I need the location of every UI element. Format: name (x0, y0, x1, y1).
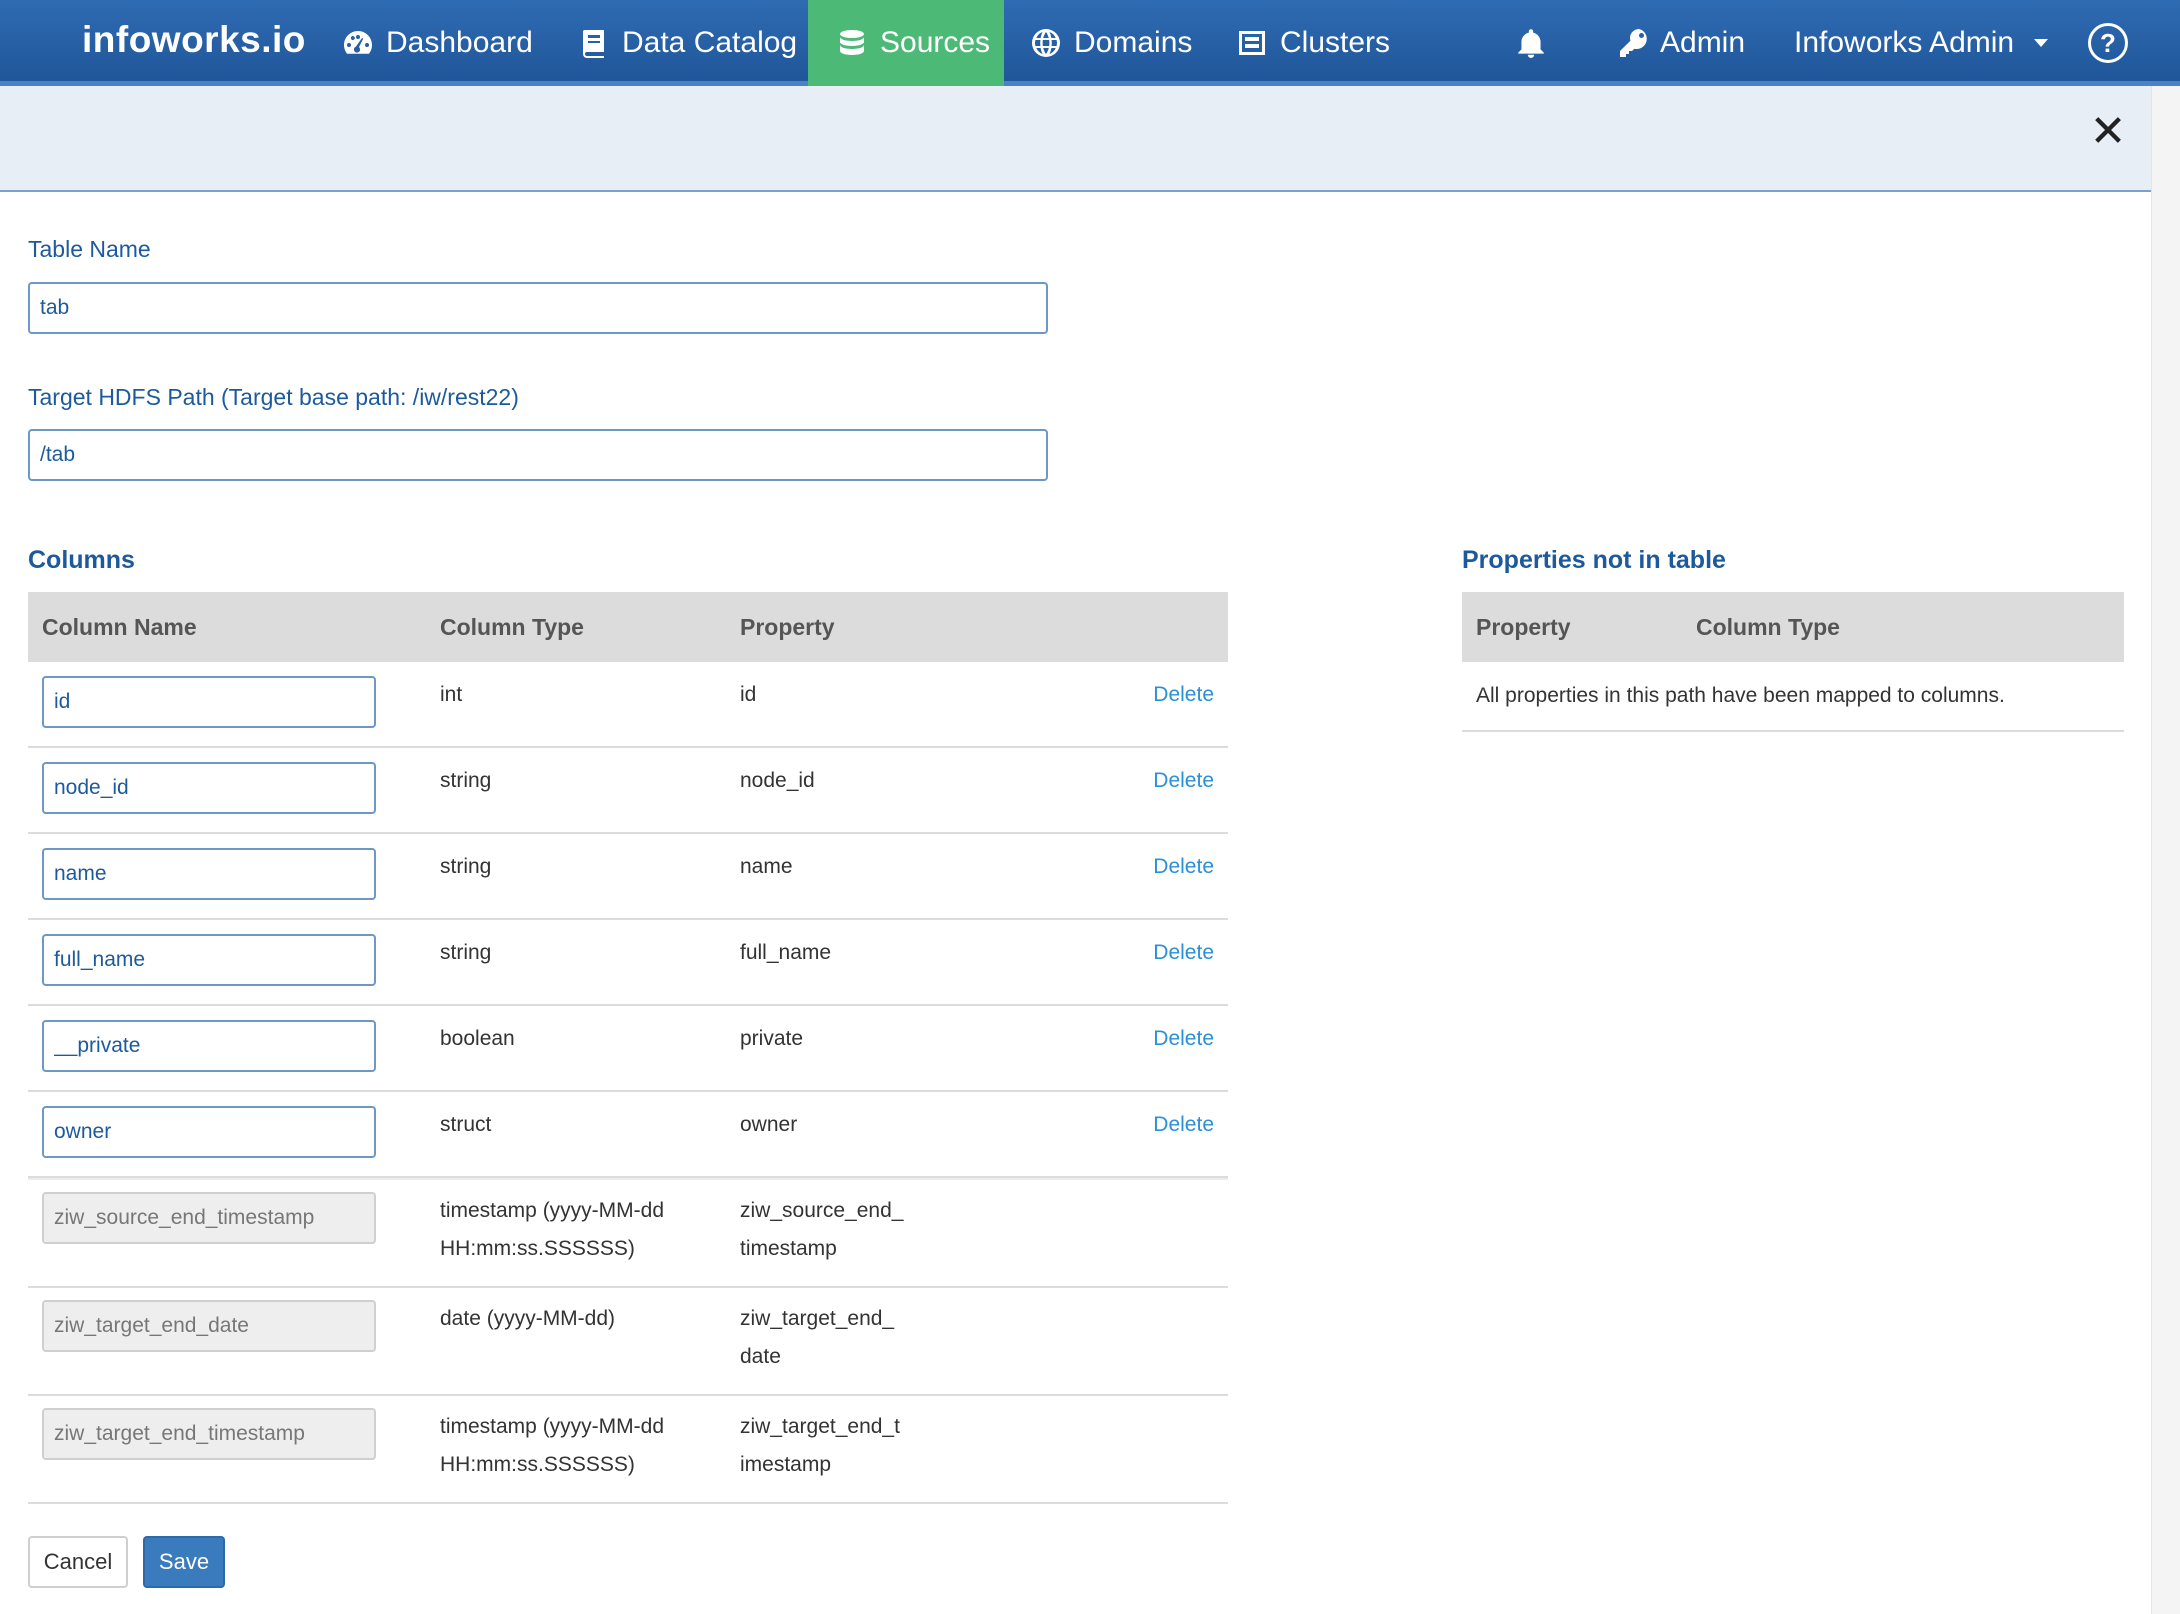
column-type: timestamp (yyyy-MM-dd HH:mm:ss.SSSSSS) (440, 1199, 665, 1260)
header-column-type: Column Type (1696, 614, 1840, 640)
column-name-input[interactable] (42, 934, 376, 986)
delete-link[interactable]: Delete (1153, 934, 1214, 972)
column-type: string (440, 941, 492, 964)
user-menu-label: Infoworks Admin (1794, 26, 2015, 59)
column-name-input[interactable] (42, 676, 376, 728)
brand-logo[interactable]: infoworks.io (82, 14, 306, 66)
nav-clusters-label: Clusters (1280, 26, 1391, 59)
table-row: string name Delete (28, 834, 1228, 920)
column-type: struct (440, 1113, 492, 1136)
column-name-input[interactable] (42, 762, 376, 814)
top-navbar: infoworks.io Dashboard Data Catalog Sour… (0, 0, 2180, 86)
column-property: ziw_source_end_ timestamp (740, 1199, 904, 1260)
table-name-input[interactable] (28, 282, 1048, 334)
nav-domains[interactable]: Domains (1002, 0, 1220, 86)
globe-icon (1032, 29, 1060, 57)
delete-link[interactable]: Delete (1153, 762, 1214, 800)
table-row: timestamp (yyyy-MM-dd HH:mm:ss.SSSSSS) z… (28, 1178, 1228, 1288)
column-property: ziw_target_end_ date (740, 1307, 895, 1368)
properties-empty-message: All properties in this path have been ma… (1462, 662, 2124, 732)
bell-icon (1518, 29, 1544, 58)
column-property: name (740, 855, 793, 878)
column-type: timestamp (yyyy-MM-dd HH:mm:ss.SSSSSS) (440, 1415, 665, 1476)
properties-section-title: Properties not in table (1462, 546, 1726, 574)
key-icon (1620, 28, 1647, 57)
nav-dashboard[interactable]: Dashboard (314, 0, 561, 86)
dashboard-gauge-icon (344, 31, 372, 54)
help-button[interactable]: ? (2088, 0, 2128, 86)
table-name-label: Table Name (28, 236, 151, 262)
column-type: string (440, 855, 492, 878)
column-property: id (740, 683, 757, 706)
header-column-type: Column Type (440, 614, 584, 640)
column-type: boolean (440, 1027, 515, 1050)
notifications-button[interactable] (1514, 0, 1548, 86)
table-row: int id Delete (28, 662, 1228, 748)
delete-link[interactable]: Delete (1153, 848, 1214, 886)
column-type: string (440, 769, 492, 792)
target-path-input[interactable] (28, 429, 1048, 481)
column-name-input-disabled (42, 1192, 376, 1244)
column-type: int (440, 683, 463, 706)
server-icon (1239, 31, 1265, 55)
target-path-label: Target HDFS Path (Target base path: /iw/… (28, 384, 519, 410)
column-property: ziw_target_end_t imestamp (740, 1415, 900, 1476)
column-property: owner (740, 1113, 798, 1136)
delete-link[interactable]: Delete (1153, 1106, 1214, 1144)
column-type: date (yyyy-MM-dd) (440, 1307, 616, 1330)
cancel-button[interactable]: Cancel (28, 1536, 128, 1588)
table-row: struct owner Delete (28, 1092, 1228, 1178)
nav-sources[interactable]: Sources (808, 0, 1004, 86)
column-property: private (740, 1027, 804, 1050)
delete-link[interactable]: Delete (1153, 1020, 1214, 1058)
column-property: full_name (740, 941, 832, 964)
header-property: Property (1476, 614, 1571, 640)
save-button[interactable]: Save (143, 1536, 225, 1588)
nav-domains-label: Domains (1074, 26, 1193, 59)
table-row: boolean private Delete (28, 1006, 1228, 1092)
nav-admin-label: Admin (1660, 26, 1746, 59)
columns-table: Column Name Column Type Property int id … (28, 592, 1228, 1504)
nav-data-catalog-label: Data Catalog (622, 26, 798, 59)
nav-admin[interactable]: Admin (1618, 0, 1745, 86)
columns-table-header: Column Name Column Type Property (28, 592, 1228, 662)
database-icon (840, 30, 864, 55)
properties-table: Property Column Type All properties in t… (1462, 592, 2124, 732)
properties-table-header: Property Column Type (1462, 592, 2124, 662)
nav-dashboard-label: Dashboard (386, 26, 533, 59)
table-row: string node_id Delete (28, 748, 1228, 834)
question-circle-icon: ? (2088, 23, 2128, 63)
columns-section-title: Columns (28, 546, 135, 574)
header-property: Property (740, 614, 835, 640)
nav-clusters[interactable]: Clusters (1208, 0, 1418, 86)
book-icon (582, 30, 604, 58)
table-row: string full_name Delete (28, 920, 1228, 1006)
nav-sources-label: Sources (880, 26, 991, 59)
header-column-name: Column Name (42, 614, 197, 640)
column-name-input[interactable] (42, 1106, 376, 1158)
caret-down-icon (2034, 39, 2049, 47)
column-name-input-disabled (42, 1408, 376, 1460)
page-scrollbar[interactable] (2151, 86, 2180, 1614)
delete-link[interactable]: Delete (1153, 676, 1214, 714)
modal-header: ✕ (0, 86, 2152, 192)
close-icon[interactable]: ✕ (2088, 110, 2128, 154)
table-row: date (yyyy-MM-dd) ziw_target_end_ date (28, 1288, 1228, 1396)
user-menu[interactable]: Infoworks Admin (1794, 0, 2049, 86)
column-name-input[interactable] (42, 848, 376, 900)
column-property: node_id (740, 769, 815, 792)
nav-data-catalog[interactable]: Data Catalog (550, 0, 825, 86)
table-row: timestamp (yyyy-MM-dd HH:mm:ss.SSSSSS) z… (28, 1396, 1228, 1504)
column-name-input[interactable] (42, 1020, 376, 1072)
column-name-input-disabled (42, 1300, 376, 1352)
